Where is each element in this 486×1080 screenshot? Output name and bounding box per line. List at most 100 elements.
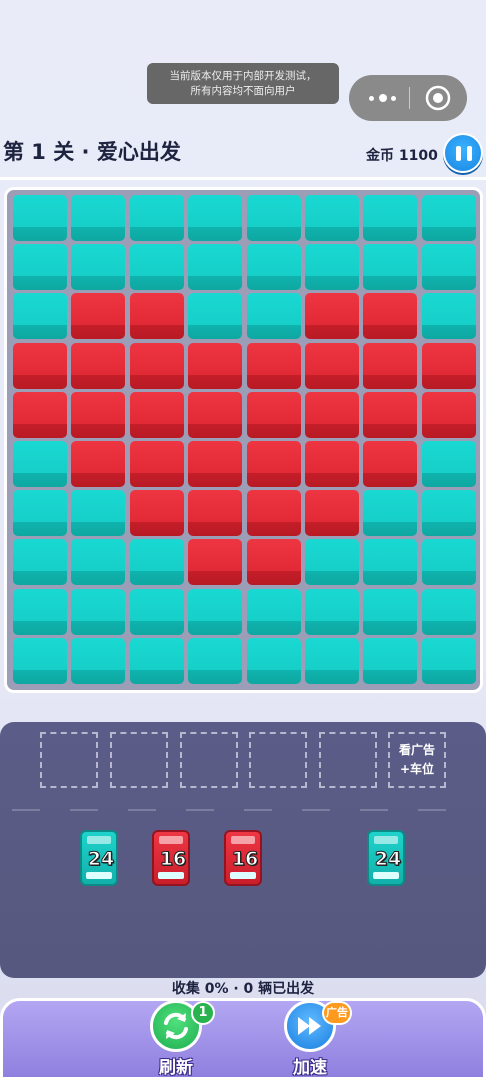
block-cyan [305,244,359,291]
empty-slot [40,732,98,788]
pause-button[interactable] [443,133,483,173]
block-cyan [363,637,418,684]
block-cyan [188,293,243,340]
block-cyan [129,588,184,635]
mini-program-capsule [349,75,467,121]
level-title: 第 1 关 · 爱心出发 [3,140,181,164]
block-cyan [13,244,67,291]
block-red [188,342,243,389]
coin-counter: 金币 1100 [366,148,438,164]
parking-dock: 看广告 +车位 24 16 16 24 [0,722,486,978]
dev-notice: 当前版本仅用于内部开发测试， 所有内容均不面向用户 [147,63,339,104]
lane-marker [70,809,98,811]
car-capacity: 16 [159,848,187,871]
ad-unlock-slot[interactable]: 看广告 +车位 [388,732,446,788]
car-cyan[interactable]: 24 [80,830,118,886]
block-cyan [129,539,184,586]
block-cyan [71,195,126,241]
block-red [188,391,243,438]
car-red[interactable]: 16 [152,830,190,886]
ad-badge: 广告 [322,1001,352,1025]
refresh-label: 刷新 [159,1058,193,1078]
block-red [246,539,301,586]
car-cyan[interactable]: 24 [367,830,405,886]
block-red [363,342,418,389]
block-cyan [305,195,359,241]
block-cyan [363,195,418,241]
block-cyan [129,637,184,684]
block-cyan [421,637,476,684]
lane-marker [186,809,214,811]
block-red [246,342,301,389]
capsule-divider [409,87,410,109]
car-capacity: 16 [231,848,259,871]
block-red [129,490,184,537]
block-cyan [13,195,67,241]
target-icon[interactable] [425,85,451,111]
block-cyan [421,441,476,487]
block-cyan [71,539,126,586]
block-cyan [188,588,243,635]
lane-marker [12,809,40,811]
block-red [129,391,184,438]
block-cyan [246,588,301,635]
block-cyan [13,539,67,586]
block-red [71,391,126,438]
block-red [363,293,418,340]
block-cyan [188,637,243,684]
block-red [188,539,243,586]
game-board [4,187,483,693]
block-cyan [421,539,476,586]
dev-notice-line2: 所有内容均不面向用户 [190,85,296,97]
block-red [305,342,359,389]
block-red [188,490,243,537]
block-cyan [188,195,243,241]
block-cyan [421,588,476,635]
speed-up-label: 加速 [293,1058,327,1078]
lane-marker [302,809,330,811]
car-capacity: 24 [374,848,402,871]
empty-slot [249,732,307,788]
block-cyan [305,637,359,684]
block-cyan [13,441,67,487]
car-red[interactable]: 16 [224,830,262,886]
refresh-count-badge: 1 [191,1001,215,1025]
progress-status: 收集 0% · 0 辆已出发 [171,981,315,997]
block-red [305,490,359,537]
block-red [363,391,418,438]
block-red [421,391,476,438]
block-cyan [246,637,301,684]
block-red [13,342,67,389]
block-cyan [129,244,184,291]
block-red [246,441,301,487]
empty-slot [319,732,377,788]
lane-marker [360,809,388,811]
block-red [71,441,126,487]
block-red [305,293,359,340]
block-red [129,293,184,340]
empty-slot [180,732,238,788]
empty-slot [110,732,168,788]
block-cyan [363,490,418,537]
block-cyan [305,588,359,635]
block-red [421,342,476,389]
more-dots-icon[interactable] [367,87,407,109]
block-red [246,391,301,438]
block-cyan [421,293,476,340]
block-cyan [71,490,126,537]
block-red [71,293,126,340]
block-cyan [129,195,184,241]
pause-icon [456,146,461,161]
ad-slot-line1: 看广告 [398,743,435,757]
block-cyan [363,588,418,635]
block-red [188,441,243,487]
block-cyan [13,293,67,340]
block-cyan [188,244,243,291]
block-cyan [246,244,301,291]
block-cyan [246,293,301,340]
block-cyan [71,244,126,291]
block-red [13,391,67,438]
bottom-bar [0,998,486,1080]
block-cyan [246,195,301,241]
block-red [71,342,126,389]
